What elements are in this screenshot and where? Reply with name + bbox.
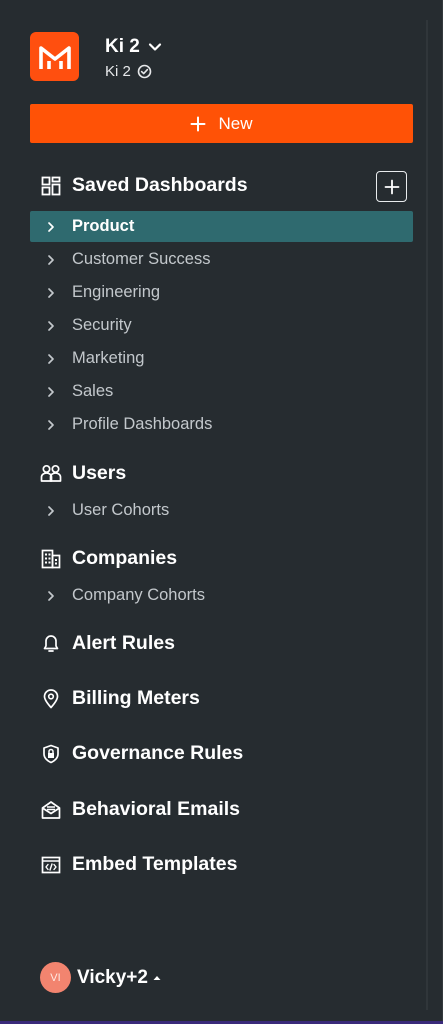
companies-item-company-cohorts[interactable]: Company Cohorts [30,580,413,611]
dashboard-item-label: Sales [72,382,114,400]
dashboard-item-product[interactable]: Product [30,211,413,242]
dashboard-item-sales[interactable]: Sales [30,376,413,407]
workspace-name: Ki 2 [105,36,140,57]
chevron-right-icon [44,287,58,299]
dashboard-item-security[interactable]: Security [30,310,413,341]
chevron-right-icon [44,590,58,602]
chevron-right-icon [44,386,58,398]
sidebar: Ki 2 Ki 2 New Saved Dashboards Product C… [0,0,443,1024]
companies-item-label: Company Cohorts [72,586,205,604]
section-label: Billing Meters [72,687,200,709]
user-name: Vicky+2 [77,966,148,988]
section-label: Governance Rules [72,742,244,764]
new-button-label: New [218,113,253,133]
chevron-right-icon [44,320,58,332]
dashboard-item-label: Marketing [72,349,145,367]
section-alert-rules[interactable]: Alert Rules [40,632,175,655]
section-behavioral-emails[interactable]: Behavioral Emails [40,798,240,821]
chevron-down-icon [148,42,162,52]
section-governance-rules[interactable]: Governance Rules [40,742,243,765]
mixpanel-logo-icon[interactable] [30,32,79,81]
code-window-icon [40,854,62,876]
shield-lock-icon [40,743,62,765]
workspace-subtitle-row: Ki 2 [105,63,162,80]
caret-up-icon [152,974,162,982]
users-item-user-cohorts[interactable]: User Cohorts [30,495,413,526]
dashboard-item-label: Engineering [72,283,161,301]
section-companies[interactable]: Companies [40,547,177,570]
chevron-right-icon [44,353,58,365]
plus-icon [190,116,206,132]
dashboard-grid-icon [40,175,62,197]
section-users[interactable]: Users [40,462,126,485]
dashboard-item-engineering[interactable]: Engineering [30,277,413,308]
section-label: Users [72,462,127,484]
chevron-right-icon [44,254,58,266]
users-item-label: User Cohorts [72,501,170,519]
bell-icon [40,633,62,655]
location-pin-icon [40,688,62,710]
dashboard-item-label: Product [72,217,135,235]
user-menu[interactable]: VI Vicky+2 [40,962,162,993]
scrollbar-track[interactable] [426,20,428,1010]
dashboard-item-label: Security [72,316,132,334]
chevron-right-icon [44,419,58,431]
section-billing-meters[interactable]: Billing Meters [40,687,200,710]
building-icon [40,548,62,570]
section-saved-dashboards[interactable]: Saved Dashboards [40,174,248,197]
workspace-header: Ki 2 Ki 2 [30,32,162,81]
section-label: Companies [72,547,178,569]
section-label: Alert Rules [72,632,175,654]
add-dashboard-button[interactable] [376,171,407,202]
section-embed-templates[interactable]: Embed Templates [40,853,237,876]
plus-icon [384,179,399,194]
new-button[interactable]: New [30,104,413,143]
chevron-right-icon [44,505,58,517]
section-label: Behavioral Emails [72,798,240,820]
chevron-right-icon [44,221,58,233]
section-label: Embed Templates [72,853,238,875]
users-group-icon [40,463,62,485]
workspace-info: Ki 2 Ki 2 [105,36,162,80]
workspace-switcher[interactable]: Ki 2 [105,36,162,58]
dashboard-item-customer-success[interactable]: Customer Success [30,244,413,275]
dashboard-item-label: Profile Dashboards [72,415,213,433]
avatar: VI [40,962,71,993]
dashboard-item-label: Customer Success [72,250,211,268]
envelope-icon [40,799,62,821]
check-circle-icon [137,64,152,79]
dashboard-item-marketing[interactable]: Marketing [30,343,413,374]
dashboard-item-profile-dashboards[interactable]: Profile Dashboards [30,409,413,440]
section-label: Saved Dashboards [72,174,248,196]
avatar-initials: VI [50,971,61,984]
workspace-subtitle: Ki 2 [105,63,131,80]
